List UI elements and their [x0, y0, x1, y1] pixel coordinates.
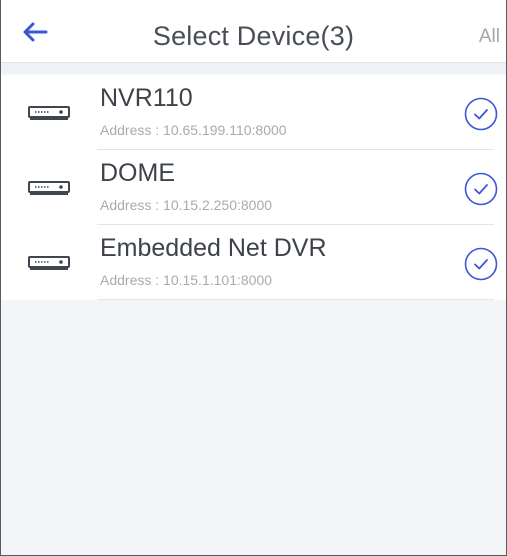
device-row[interactable]: NVR110 Address : 10.65.199.110:8000	[1, 75, 506, 150]
device-name: Embedded Net DVR	[100, 234, 327, 262]
device-address: Address : 10.65.199.110:8000	[100, 122, 287, 138]
device-address: Address : 10.15.2.250:8000	[100, 197, 273, 213]
check-circle-icon[interactable]	[464, 97, 498, 131]
device-row[interactable]: Embedded Net DVR Address : 10.15.1.101:8…	[1, 225, 506, 300]
header-bar: Select Device(3) All	[1, 0, 506, 68]
select-device-screen: Select Device(3) All NVR110 Address : 10…	[0, 0, 507, 556]
select-all-button[interactable]: All	[479, 26, 500, 48]
row-divider	[97, 299, 494, 300]
dvr-device-icon	[28, 256, 70, 270]
dvr-device-icon	[28, 106, 70, 120]
dvr-device-icon	[28, 181, 70, 195]
device-row[interactable]: DOME Address : 10.15.2.250:8000	[1, 150, 506, 225]
check-circle-icon[interactable]	[464, 172, 498, 206]
device-list: NVR110 Address : 10.65.199.110:8000 DOME	[1, 75, 506, 300]
header-divider	[1, 62, 506, 73]
device-name: NVR110	[100, 84, 193, 112]
page-title: Select Device(3)	[152, 21, 355, 51]
device-address: Address : 10.15.1.101:8000	[100, 272, 273, 288]
device-name: DOME	[100, 159, 175, 187]
check-circle-icon[interactable]	[464, 247, 498, 281]
